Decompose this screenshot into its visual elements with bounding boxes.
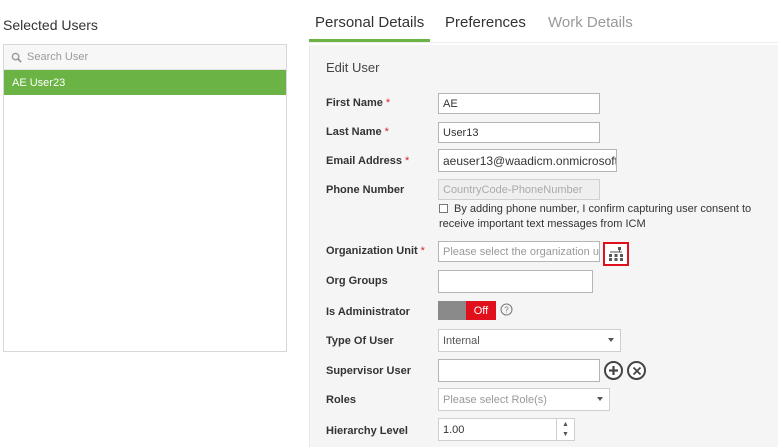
org-unit-field[interactable]: Please select the organization ur	[438, 241, 600, 262]
spin-up-icon[interactable]: ▲	[562, 421, 569, 428]
dropdown-arrow-icon	[608, 338, 614, 342]
type-of-user-select[interactable]: Internal	[438, 329, 621, 352]
tab-divider	[309, 42, 778, 43]
selected-users-title: Selected Users	[3, 17, 98, 33]
tab-preferences[interactable]: Preferences	[445, 14, 526, 42]
tab-work-details[interactable]: Work Details	[548, 14, 633, 42]
tab-personal-details[interactable]: Personal Details	[309, 14, 431, 42]
search-icon	[11, 52, 22, 63]
roles-label: Roles	[326, 394, 356, 406]
supervisor-label: Supervisor User	[326, 365, 411, 377]
email-field[interactable]: aeuser13@waadicm.onmicrosoft	[438, 149, 617, 172]
consent-text-label: By adding phone number, I confirm captur…	[439, 203, 752, 230]
required-mark: *	[385, 97, 391, 109]
form-title: Edit User	[326, 60, 380, 75]
type-of-user-value: Internal	[443, 334, 480, 347]
required-mark: *	[384, 126, 389, 138]
org-groups-field[interactable]	[438, 270, 593, 293]
org-unit-picker-button[interactable]	[603, 242, 629, 266]
add-supervisor-button[interactable]	[604, 361, 623, 380]
supervisor-field[interactable]	[438, 359, 600, 382]
last-name-field[interactable]: User13	[438, 122, 600, 143]
hierarchy-level-field[interactable]: 1.00 ▲ ▼	[438, 418, 575, 441]
is-admin-label: Is Administrator	[326, 306, 410, 318]
email-label-text: Email Address	[326, 155, 403, 167]
spin-down-icon[interactable]: ▼	[562, 431, 569, 438]
last-name-label: Last Name *	[326, 126, 389, 138]
org-unit-label-text: Organization Unit	[326, 245, 418, 257]
phone-label: Phone Number	[326, 184, 405, 196]
clear-icon	[632, 366, 641, 375]
hierarchy-level-label: Hierarchy Level	[326, 425, 408, 437]
toggle-track	[438, 301, 466, 320]
first-name-label-text: First Name	[326, 97, 383, 109]
required-mark: *	[420, 245, 425, 257]
consent-checkbox[interactable]	[439, 204, 448, 213]
phone-field: CountryCode-PhoneNumber	[438, 179, 600, 200]
is-admin-toggle[interactable]: Off	[438, 301, 496, 320]
svg-text:?: ?	[504, 306, 509, 315]
dropdown-arrow-icon	[597, 397, 603, 401]
help-icon[interactable]: ?	[500, 303, 513, 316]
search-user-input[interactable]	[27, 51, 267, 63]
org-unit-label: Organization Unit *	[326, 245, 425, 257]
first-name-field[interactable]: AE	[438, 93, 600, 114]
selected-users-panel: AE User23	[3, 44, 287, 352]
hierarchy-spinner: ▲ ▼	[556, 419, 574, 440]
email-label: Email Address *	[326, 155, 409, 167]
type-of-user-label: Type Of User	[326, 335, 394, 347]
org-tree-icon	[609, 247, 623, 261]
clear-supervisor-button[interactable]	[627, 361, 646, 380]
add-icon	[609, 366, 618, 375]
hierarchy-level-value: 1.00	[443, 423, 465, 436]
search-row	[4, 45, 286, 70]
toggle-state: Off	[466, 301, 496, 320]
roles-select[interactable]: Please select Role(s)	[438, 388, 610, 411]
org-groups-label: Org Groups	[326, 275, 388, 287]
user-list-item[interactable]: AE User23	[4, 70, 286, 95]
required-mark: *	[405, 155, 410, 167]
roles-placeholder: Please select Role(s)	[443, 393, 547, 406]
consent-text: By adding phone number, I confirm captur…	[439, 202, 769, 232]
first-name-label: First Name *	[326, 97, 390, 109]
edit-user-form: Edit User First Name * AE Last Name * User…	[309, 45, 778, 447]
last-name-label-text: Last Name	[326, 126, 382, 138]
